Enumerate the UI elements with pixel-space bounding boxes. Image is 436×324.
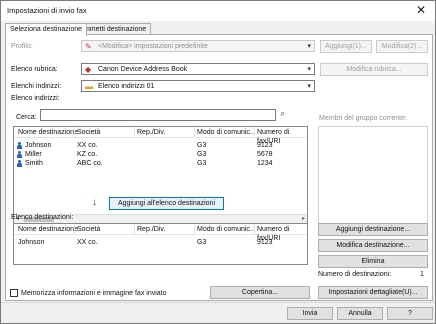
- address-book-label: Elenco rubrica:: [11, 66, 58, 73]
- add-destination-button[interactable]: Aggiungi destinazione...: [318, 223, 428, 236]
- cell: 9123: [257, 142, 273, 149]
- destinations-table[interactable]: Nome destinazione Società Rep./Div. Modo…: [13, 223, 308, 265]
- cell: Miller: [25, 151, 42, 158]
- fax-settings-window: Impostazioni di invio fax ✕ Seleziona de…: [0, 0, 436, 324]
- arrow-down-icon: ↓: [92, 197, 97, 208]
- address-table-header: Nome destinazione Società Rep./Div. Modo…: [14, 127, 307, 145]
- table-row[interactable]: Miller KZ co. G3 5678: [14, 150, 307, 159]
- column-header[interactable]: Rep./Div.: [137, 128, 165, 137]
- cell: 9123: [257, 239, 273, 246]
- window-title: Impostazioni di invio fax: [7, 6, 87, 15]
- column-header[interactable]: Società: [77, 128, 100, 137]
- close-icon[interactable]: ✕: [413, 3, 429, 17]
- chevron-down-icon: ▾: [307, 83, 311, 90]
- address-book-select[interactable]: ◆ Canon Device Address Book ▾: [81, 63, 315, 75]
- address-list-value: Elenco indirizzi 01: [98, 83, 155, 90]
- person-icon: [17, 160, 22, 167]
- cell: XX co.: [77, 239, 98, 246]
- cell: Johnson: [18, 239, 45, 246]
- cell: Smith: [25, 160, 43, 167]
- chevron-down-icon: ▾: [307, 66, 311, 73]
- address-book-value: Canon Device Address Book: [98, 66, 188, 73]
- cell: G3: [197, 160, 207, 167]
- destination-count-value: 1: [420, 271, 424, 278]
- column-header[interactable]: Nome destinazione: [18, 225, 78, 234]
- edit-destination-button[interactable]: Modifica destinazione...: [318, 239, 428, 252]
- table-row[interactable]: Johnson XX co. G3 9123: [14, 141, 307, 150]
- destinations-label: Elenco destinazioni:: [11, 214, 74, 221]
- store-info-checkbox[interactable]: [10, 289, 18, 297]
- person-icon: [17, 151, 22, 158]
- cell: Johnson: [25, 142, 52, 149]
- help-button[interactable]: ?: [387, 307, 433, 320]
- detail-settings-button[interactable]: Impostazioni dettagliate(U)...: [318, 286, 428, 299]
- column-header[interactable]: Modo di comunic...: [197, 225, 256, 234]
- cell: 1234: [257, 160, 273, 167]
- add-profile-button[interactable]: Aggiungi(1)...: [320, 40, 372, 53]
- table-row[interactable]: Smith ABC co. G3 1234: [14, 159, 307, 168]
- send-button[interactable]: Invia: [287, 307, 333, 320]
- person-icon: [17, 142, 22, 149]
- footer-separator: [1, 302, 435, 303]
- cancel-button[interactable]: Annulla: [337, 307, 383, 320]
- column-header[interactable]: Modo di comunic...: [197, 128, 256, 137]
- pencil-icon: ✎: [85, 42, 92, 51]
- profile-label: Profilo:: [11, 43, 33, 50]
- address-book-icon: ◆: [85, 65, 92, 74]
- column-header[interactable]: Nome destinazione: [18, 128, 78, 137]
- delete-destination-button[interactable]: Elimina: [318, 255, 428, 268]
- column-header[interactable]: Rep./Div.: [137, 225, 165, 234]
- tab-select-destination[interactable]: Seleziona destinazione: [5, 23, 87, 36]
- search-input[interactable]: [40, 109, 276, 121]
- group-members-list[interactable]: [318, 126, 428, 224]
- address-list-label: Elenchi indirizzi:: [11, 83, 62, 90]
- add-to-destinations-button[interactable]: Aggiungi all'elenco destinazioni: [109, 197, 224, 210]
- column-header[interactable]: Società: [77, 225, 100, 234]
- edit-address-book-button[interactable]: Modifica rubrica...: [320, 63, 428, 76]
- cell: G3: [197, 239, 207, 246]
- title-bar: Impostazioni di invio fax ✕: [1, 1, 435, 21]
- store-info-label: Memorizza informazioni e immagine fax in…: [21, 290, 167, 297]
- scroll-right-icon[interactable]: ▸: [302, 216, 305, 223]
- folder-icon: ▬: [85, 82, 93, 91]
- search-label: Cerca:: [16, 114, 37, 121]
- cell: XX co.: [77, 142, 98, 149]
- profile-select[interactable]: ✎ <Modifica> impostazioni predefinite ▾: [81, 40, 315, 52]
- table-row[interactable]: Johnson XX co. G3 9123: [14, 238, 307, 247]
- destinations-table-header: Nome destinazione Società Rep./Div. Modo…: [14, 224, 307, 242]
- profile-value: <Modifica> impostazioni predefinite: [98, 43, 208, 50]
- address-list-select[interactable]: ▬ Elenco indirizzi 01 ▾: [81, 80, 315, 92]
- cell: G3: [197, 142, 207, 149]
- cell: G3: [197, 151, 207, 158]
- cell: 5678: [257, 151, 273, 158]
- destination-count-label: Numero di destinazioni:: [318, 271, 392, 278]
- tab-panel: Profilo: ✎ <Modifica> impostazioni prede…: [5, 34, 433, 301]
- group-members-label: Membri del gruppo corrente:: [319, 115, 407, 122]
- cover-page-button[interactable]: Copertina...: [210, 286, 310, 299]
- edit-profile-button[interactable]: Modifica(2)...: [376, 40, 428, 53]
- indices-label: Elenco indirizzi:: [11, 95, 60, 102]
- chevron-down-icon: ▾: [307, 43, 311, 50]
- search-icon[interactable]: ⌕: [280, 108, 285, 119]
- cell: KZ co.: [77, 151, 98, 158]
- cell: ABC co.: [77, 160, 103, 167]
